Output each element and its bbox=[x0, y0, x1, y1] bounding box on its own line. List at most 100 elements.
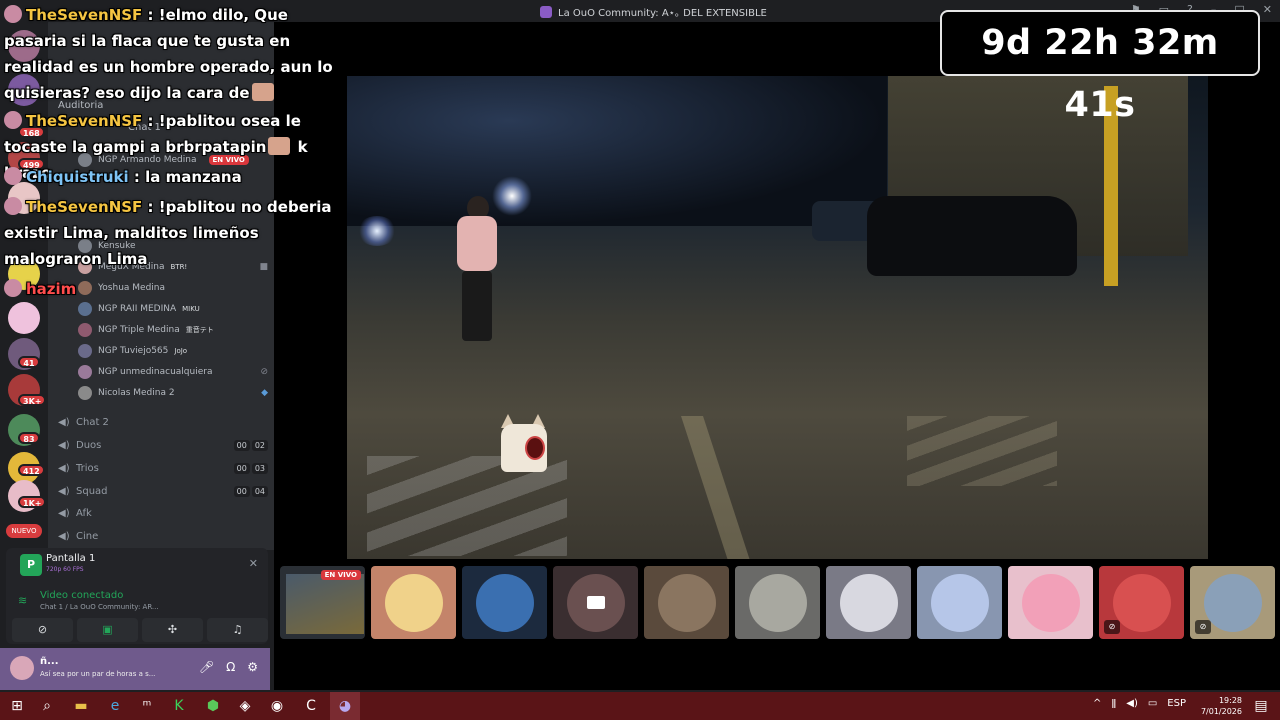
video-car bbox=[867, 196, 1077, 276]
avatar bbox=[78, 302, 92, 316]
channel-duos[interactable]: ◀) Duos 00 02 bbox=[58, 435, 268, 455]
participant-tile[interactable]: ⊘ bbox=[1099, 566, 1184, 639]
user-badge-icon bbox=[4, 111, 22, 129]
screen-share-icon: P bbox=[20, 554, 42, 576]
count-limit: 03 bbox=[251, 462, 268, 474]
speaker-icon: ◀) bbox=[58, 463, 70, 474]
stream-tile[interactable]: EN VIVO bbox=[280, 566, 365, 639]
signal-icon: ≋ bbox=[18, 594, 28, 607]
avatar bbox=[748, 573, 807, 632]
channel-afk[interactable]: ◀) Afk bbox=[58, 503, 268, 523]
cat-mouth bbox=[525, 436, 545, 460]
app-icon[interactable]: ᵐ bbox=[138, 697, 156, 715]
channel-name: Cine bbox=[76, 530, 99, 542]
user-bar: ñ... Así sea por un par de horas a s... … bbox=[0, 648, 270, 690]
chat-username: hazim bbox=[26, 280, 77, 298]
cat-overlay bbox=[495, 414, 551, 474]
window-title-group: La OuO Community: A⋆｡ DEL EXTENSIBLE bbox=[540, 4, 767, 19]
close-button[interactable]: ✕ bbox=[1263, 3, 1272, 16]
chat-text: : la manzana bbox=[133, 168, 242, 186]
shield-icon: ◆ bbox=[261, 388, 268, 398]
member-item[interactable]: NGP Tuviejo565 JoJo bbox=[78, 341, 268, 361]
speaker-icon: ◀) bbox=[58, 531, 70, 542]
clock-date: 7/01/2026 bbox=[1200, 707, 1242, 716]
speaker-icon: ◀) bbox=[58, 508, 70, 519]
chat-username: Chiquistruki bbox=[26, 168, 129, 186]
notification-icon[interactable]: ▤ bbox=[1252, 697, 1270, 715]
stream-video[interactable] bbox=[347, 76, 1208, 559]
avatar bbox=[1021, 573, 1080, 632]
participant-strip: EN VIVO ⊘ ⊘ bbox=[280, 566, 1280, 640]
user-badge-icon bbox=[4, 279, 22, 297]
mention-badge: 412 bbox=[18, 464, 45, 476]
volume-icon[interactable]: ◀) bbox=[1126, 698, 1138, 709]
edge-icon[interactable]: e bbox=[106, 697, 124, 715]
app-icon[interactable]: C bbox=[302, 697, 320, 715]
clock[interactable]: 19:28 7/01/2026 bbox=[1201, 695, 1242, 717]
server-icon bbox=[540, 5, 552, 18]
search-icon[interactable]: ⌕ bbox=[38, 697, 56, 715]
muted-icon: ⊘ bbox=[260, 367, 268, 377]
channel-name: Squad bbox=[76, 485, 108, 497]
language-indicator[interactable]: ESP bbox=[1167, 698, 1186, 709]
member-item[interactable]: NGP Triple Medina 重音テト bbox=[78, 320, 268, 340]
cube-icon[interactable]: ⬢ bbox=[204, 697, 222, 715]
avatar bbox=[839, 573, 898, 632]
mention-badge: 1K+ bbox=[18, 496, 47, 508]
participant-tile[interactable] bbox=[735, 566, 820, 639]
microphone-icon[interactable]: ǁ bbox=[1111, 698, 1116, 709]
channel-squad[interactable]: ◀) Squad 00 04 bbox=[58, 481, 268, 501]
discord-icon[interactable]: ◕ bbox=[336, 697, 354, 715]
new-badge: NUEVO bbox=[6, 524, 42, 538]
channel-cine[interactable]: ◀) Cine bbox=[58, 526, 268, 546]
server-icon[interactable] bbox=[8, 302, 40, 334]
user-count: 00 04 bbox=[233, 485, 268, 497]
kick-icon[interactable]: K bbox=[170, 697, 188, 715]
network-icon[interactable]: ▭ bbox=[1148, 698, 1157, 709]
headphones-icon[interactable]: Ω bbox=[226, 660, 235, 674]
gear-icon[interactable]: ⚙ bbox=[247, 660, 258, 674]
user-controls: 🎤︎ Ω ⚙ bbox=[199, 660, 258, 674]
participant-tile[interactable]: ⊘ bbox=[1190, 566, 1275, 639]
count-current: 00 bbox=[233, 439, 250, 451]
screen-share-button[interactable]: ▣ bbox=[77, 618, 138, 642]
activities-button[interactable]: ✣ bbox=[142, 618, 203, 642]
countdown-timer: 9d 22h 32m 41s bbox=[940, 10, 1260, 125]
member-tag: JoJo bbox=[174, 347, 188, 355]
obs-icon[interactable]: ◉ bbox=[268, 697, 286, 715]
chat-message: TheSevenNSF : !elmo dilo, Que pasaria si… bbox=[4, 2, 344, 106]
microphone-icon[interactable]: 🎤︎ bbox=[199, 660, 214, 674]
channel-name: Duos bbox=[76, 439, 102, 451]
channel-chat2[interactable]: ◀) Chat 2 bbox=[58, 412, 268, 432]
voice-channel[interactable]: Chat 1 / La OuO Community: AR... bbox=[40, 603, 210, 611]
shield-icon[interactable]: ◈ bbox=[236, 697, 254, 715]
video-crosswalk bbox=[907, 416, 1057, 486]
participant-tile[interactable] bbox=[553, 566, 638, 639]
member-item[interactable]: Nicolas Medina 2 ◆ bbox=[78, 383, 268, 403]
participant-tile[interactable] bbox=[644, 566, 729, 639]
folder-icon[interactable]: ▬ bbox=[72, 697, 90, 715]
clock-time: 19:28 bbox=[1218, 696, 1242, 705]
stop-share-icon[interactable]: ✕ bbox=[249, 557, 258, 570]
cyclist-torso bbox=[457, 216, 497, 271]
voice-panel: P Pantalla 1 720p 60 FPS ✕ ≋ Video conec… bbox=[6, 548, 268, 644]
participant-tile[interactable] bbox=[1008, 566, 1093, 639]
emote-icon bbox=[251, 83, 274, 101]
chevron-up-icon[interactable]: ^ bbox=[1093, 698, 1101, 709]
cyclist-legs bbox=[462, 271, 492, 341]
windows-start-icon[interactable]: ⊞ bbox=[8, 697, 26, 715]
avatar bbox=[78, 386, 92, 400]
member-item[interactable]: NGP unmedinacualquiera ⊘ bbox=[78, 362, 268, 382]
participant-tile[interactable] bbox=[917, 566, 1002, 639]
screen-share-card[interactable]: P Pantalla 1 720p 60 FPS ✕ bbox=[12, 548, 268, 582]
soundboard-button[interactable]: ♫ bbox=[207, 618, 268, 642]
member-item[interactable]: NGP RAII MEDINA MIKU bbox=[78, 299, 268, 319]
avatar[interactable] bbox=[10, 656, 34, 680]
participant-tile[interactable] bbox=[826, 566, 911, 639]
participant-tile[interactable] bbox=[462, 566, 547, 639]
camera-off-button[interactable]: ⊘ bbox=[12, 618, 73, 642]
count-current: 00 bbox=[233, 462, 250, 474]
video-lane bbox=[681, 416, 755, 559]
channel-trios[interactable]: ◀) Trios 00 03 bbox=[58, 458, 268, 478]
participant-tile[interactable] bbox=[371, 566, 456, 639]
